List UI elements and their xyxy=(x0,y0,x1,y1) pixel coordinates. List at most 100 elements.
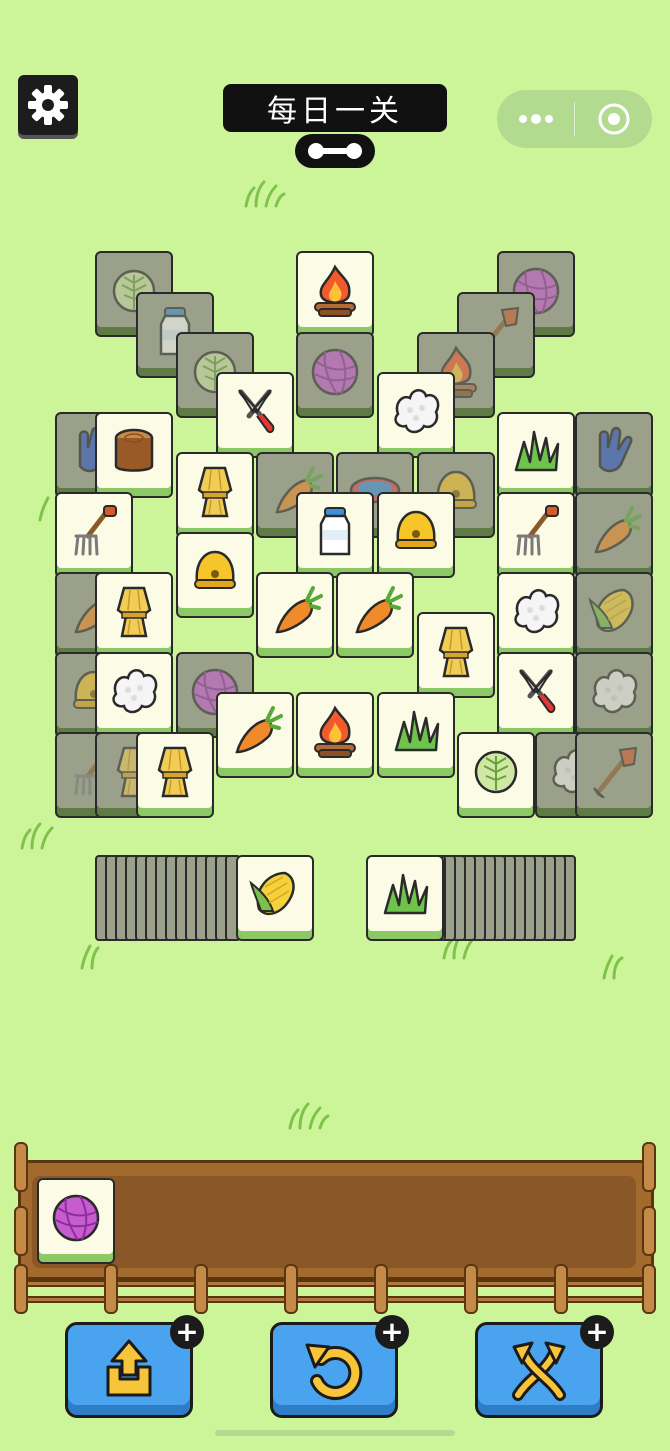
fence-post xyxy=(642,1142,656,1192)
bell-icon xyxy=(194,550,236,589)
tray-tile-yarn[interactable] xyxy=(37,1178,115,1264)
add-undo-badge[interactable]: + xyxy=(375,1315,409,1349)
cabbage-icon xyxy=(474,750,518,794)
grass-icon xyxy=(383,873,429,915)
add-shuffle-badge[interactable]: + xyxy=(580,1315,614,1349)
fence-post xyxy=(464,1264,478,1314)
level-title: 每日一关 xyxy=(223,84,447,132)
gear-icon xyxy=(28,85,68,125)
wheat-icon xyxy=(438,626,474,678)
wheat-icon xyxy=(116,586,152,638)
board-tile-grass[interactable] xyxy=(377,692,455,778)
target-close-icon xyxy=(598,103,629,135)
board-tile-wheat[interactable] xyxy=(95,572,173,658)
wheat-icon xyxy=(157,746,193,798)
fence-post xyxy=(14,1206,28,1256)
board-tile-bell[interactable] xyxy=(176,532,254,618)
grass-decoration xyxy=(80,944,100,970)
close-button[interactable] xyxy=(575,90,652,148)
fence-post xyxy=(14,1142,28,1192)
fence-post xyxy=(284,1264,298,1314)
stump-icon xyxy=(114,428,154,472)
tray-slots xyxy=(32,1176,636,1268)
undo-button[interactable]: + xyxy=(270,1315,409,1418)
corn-icon xyxy=(249,871,295,916)
more-button[interactable] xyxy=(497,90,574,148)
board-tile-milk[interactable] xyxy=(296,492,374,578)
fence-post xyxy=(104,1264,118,1314)
wheat-icon xyxy=(197,466,233,518)
carrot-icon xyxy=(594,506,642,554)
grass-decoration xyxy=(244,180,286,208)
grass-decoration xyxy=(20,822,54,850)
board-tile-fork[interactable] xyxy=(55,492,133,578)
board-tile-cauliflower[interactable] xyxy=(497,572,575,658)
board-tile-cauliflower xyxy=(575,652,653,738)
board-tile-bell[interactable] xyxy=(377,492,455,578)
board-tile-carrot[interactable] xyxy=(336,572,414,658)
cauliflower-icon xyxy=(592,669,638,714)
yarn-icon xyxy=(52,1194,100,1242)
mini-program-capsule xyxy=(497,90,652,148)
more-dots-icon xyxy=(518,114,553,124)
corn-icon xyxy=(588,588,634,633)
fence-post xyxy=(374,1264,388,1314)
board-tile-carrot[interactable] xyxy=(256,572,334,658)
board-tile-cabbage[interactable] xyxy=(457,732,535,818)
shears-icon xyxy=(238,389,275,434)
board-tile-cauliflower[interactable] xyxy=(377,372,455,458)
cauliflower-icon xyxy=(394,389,440,434)
shuffle-arrows-icon xyxy=(512,1341,566,1401)
board-tile-corn xyxy=(575,572,653,658)
board-tile-shears[interactable] xyxy=(216,372,294,458)
board-tile-wheat[interactable] xyxy=(136,732,214,818)
campfire-icon xyxy=(314,264,356,317)
board-tile-campfire[interactable] xyxy=(296,692,374,778)
board-tile-carrot xyxy=(575,492,653,578)
board-tile-cauliflower[interactable] xyxy=(95,652,173,738)
cauliflower-icon xyxy=(112,669,158,714)
cauliflower-icon xyxy=(514,589,560,634)
board-tile-stump[interactable] xyxy=(95,412,173,498)
fork-icon xyxy=(516,505,559,556)
right-stack-top-tile-grass[interactable] xyxy=(366,855,444,941)
level-title-text: 每日一关 xyxy=(267,94,403,129)
fence-post xyxy=(642,1264,656,1314)
left-stack-top-tile-corn[interactable] xyxy=(236,855,314,941)
undo-arrow-icon xyxy=(305,1343,363,1400)
board-tile-shovel xyxy=(575,732,653,818)
carrot-icon xyxy=(235,706,283,754)
move-out-button[interactable]: + xyxy=(65,1315,204,1418)
board-tile-fork[interactable] xyxy=(497,492,575,578)
add-move-out-badge[interactable]: + xyxy=(170,1315,204,1349)
level-progress-indicator xyxy=(295,134,375,168)
board-tile-wheat[interactable] xyxy=(176,452,254,538)
carrot-icon xyxy=(355,586,403,634)
progress-bar-icon xyxy=(308,143,362,159)
shuffle-button[interactable]: + xyxy=(475,1315,614,1418)
board-tile-carrot[interactable] xyxy=(216,692,294,778)
carrot-icon xyxy=(275,586,323,634)
board-tile-yarn xyxy=(296,332,374,418)
fence-post xyxy=(642,1206,656,1256)
board-tile-wheat[interactable] xyxy=(417,612,495,698)
move-out-arrow-icon xyxy=(106,1339,152,1397)
fence-post xyxy=(194,1264,208,1314)
yarn-icon xyxy=(311,348,359,396)
glove-icon xyxy=(598,426,633,473)
grass-icon xyxy=(514,430,560,472)
fence-post xyxy=(14,1264,28,1314)
campfire-icon xyxy=(314,705,356,758)
bell-icon xyxy=(395,510,437,549)
board-tile-shears[interactable] xyxy=(497,652,575,738)
grass-decoration xyxy=(602,954,624,980)
grass-icon xyxy=(394,710,440,752)
grass-decoration xyxy=(288,1102,330,1130)
board-tile-glove xyxy=(575,412,653,498)
milk-icon xyxy=(319,507,351,556)
shovel-icon xyxy=(593,746,638,798)
board-tile-grass[interactable] xyxy=(497,412,575,498)
board-tile-campfire[interactable] xyxy=(296,251,374,337)
home-indicator xyxy=(215,1430,455,1436)
settings-button[interactable] xyxy=(18,75,78,135)
